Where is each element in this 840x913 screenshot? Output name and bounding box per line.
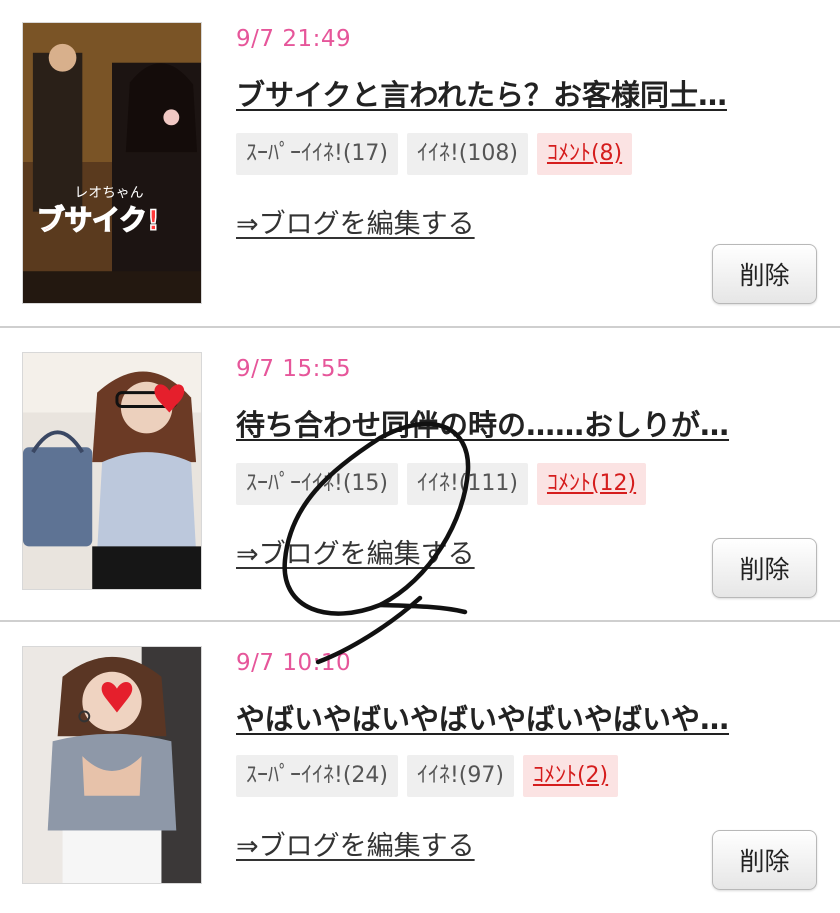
post-reactions: ｽｰﾊﾟｰｲｲﾈ!(24) ｲｲﾈ!(97) ｺﾒﾝﾄ(2) <box>236 755 619 797</box>
post-date: 9/7 10:10 <box>236 650 352 676</box>
delete-button[interactable]: 削除 <box>712 830 817 890</box>
like-count: ｲｲﾈ!(108) <box>406 133 528 175</box>
thumb-caption-text: レオちゃん <box>74 185 143 201</box>
super-like-count: ｽｰﾊﾟｰｲｲﾈ!(17) <box>236 133 398 175</box>
post-photo <box>23 353 201 589</box>
super-like-count: ｽｰﾊﾟｰｲｲﾈ!(15) <box>236 463 398 505</box>
comment-link[interactable]: ｺﾒﾝﾄ(12) <box>536 463 647 505</box>
post-reactions: ｽｰﾊﾟｰｲｲﾈ!(15) ｲｲﾈ!(111) ｺﾒﾝﾄ(12) <box>236 463 647 505</box>
edit-blog-link[interactable]: ⇒ブログを編集する <box>236 532 475 571</box>
post-photo <box>23 647 201 883</box>
delete-button[interactable]: 削除 <box>712 538 817 598</box>
post-thumbnail[interactable] <box>22 352 202 590</box>
post-reactions: ｽｰﾊﾟｰｲｲﾈ!(17) ｲｲﾈ!(108) ｺﾒﾝﾄ(8) <box>236 133 633 175</box>
delete-button[interactable]: 削除 <box>712 244 817 304</box>
post-thumbnail[interactable] <box>22 646 202 884</box>
post-date: 9/7 15:55 <box>236 356 352 382</box>
super-like-count: ｽｰﾊﾟｰｲｲﾈ!(24) <box>236 755 398 797</box>
post-divider <box>0 620 840 622</box>
post-photo: レオちゃん ブサイク! <box>23 23 201 303</box>
like-count: ｲｲﾈ!(111) <box>406 463 528 505</box>
comment-link[interactable]: ｺﾒﾝﾄ(2) <box>522 755 619 797</box>
edit-blog-link[interactable]: ⇒ブログを編集する <box>236 202 475 241</box>
post-title[interactable]: やばいやばいやばいやばいやばいや… <box>236 696 816 738</box>
post-title[interactable]: ブサイクと言われたら？お客様同士… <box>236 72 816 114</box>
thumb-overlay-text: ブサイク! <box>37 203 160 236</box>
edit-blog-link[interactable]: ⇒ブログを編集する <box>236 824 475 863</box>
post-date: 9/7 21:49 <box>236 26 352 52</box>
post-title[interactable]: 待ち合わせ同伴の時の……おしりが… <box>236 402 816 444</box>
post-thumbnail[interactable]: レオちゃん ブサイク! <box>22 22 202 304</box>
blog-post-list: レオちゃん ブサイク! 9/7 21:49 ブサイクと言われたら？お客様同士… … <box>0 0 840 913</box>
post-divider <box>0 326 840 328</box>
like-count: ｲｲﾈ!(97) <box>406 755 514 797</box>
comment-link[interactable]: ｺﾒﾝﾄ(8) <box>536 133 633 175</box>
